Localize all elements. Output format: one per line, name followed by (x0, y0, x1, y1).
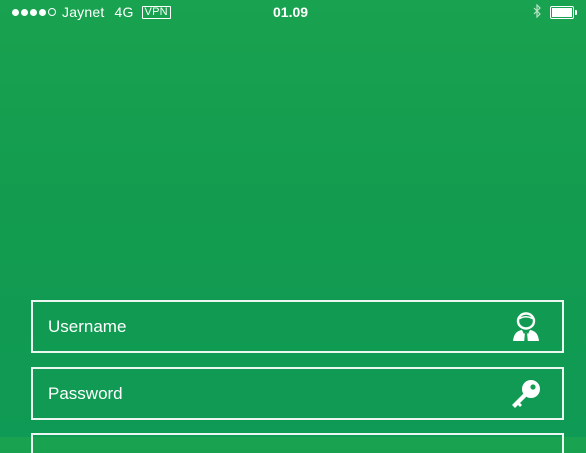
battery-icon (550, 5, 577, 19)
password-field[interactable]: Password (31, 367, 564, 420)
key-icon (510, 378, 542, 410)
signal-strength-icon (12, 8, 56, 16)
vpn-badge: VPN (141, 5, 171, 19)
username-field[interactable]: Username (31, 300, 564, 353)
password-placeholder: Password (48, 383, 123, 403)
bluetooth-icon (533, 3, 542, 21)
username-placeholder: Username (48, 316, 127, 336)
network-type: 4G (114, 4, 134, 20)
status-right (533, 0, 577, 24)
user-icon (510, 311, 542, 343)
carrier-name: Jaynet (62, 4, 105, 20)
battery-level (552, 7, 572, 17)
status-time: 01.09 (273, 4, 309, 20)
third-field[interactable] (31, 433, 564, 453)
